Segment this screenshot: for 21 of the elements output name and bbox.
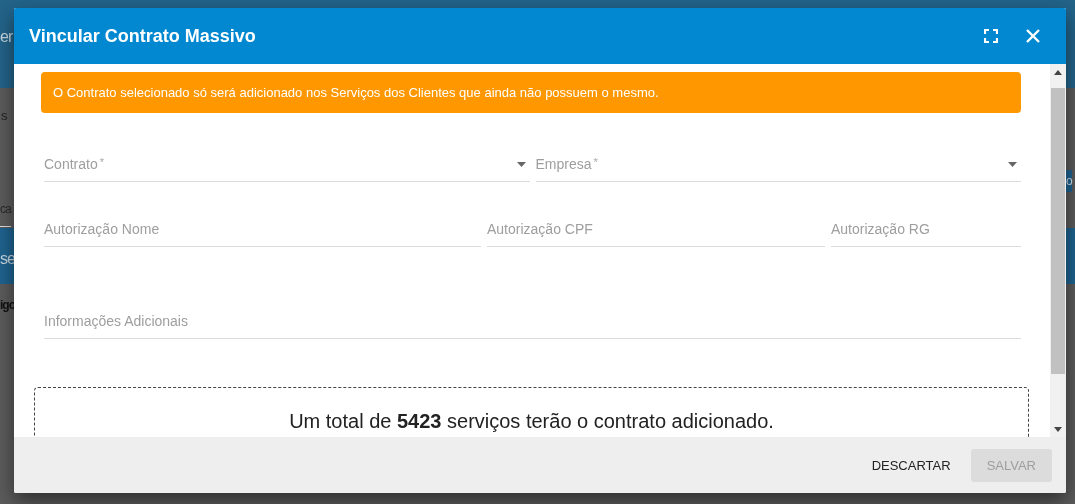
- input-field[interactable]: Informações Adicionais: [44, 304, 1021, 339]
- warning-alert: O Contrato selecionado só será adicionado nos Serviços dos Clientes que ainda não possuem o mesmo.: [41, 72, 1021, 113]
- required-mark: *: [593, 156, 598, 168]
- required-mark: *: [99, 156, 104, 168]
- scrollbar[interactable]: [1050, 64, 1066, 437]
- select-field[interactable]: Empresa*: [535, 147, 1021, 182]
- input-field[interactable]: Autorização RG: [831, 212, 1021, 247]
- scroll-up-icon[interactable]: [1054, 69, 1062, 75]
- scroll-down-icon[interactable]: [1054, 426, 1062, 432]
- background-text: er: [0, 28, 13, 46]
- input-field[interactable]: Autorização Nome: [44, 212, 481, 247]
- dialog-title: Vincular Contrato Massivo: [29, 25, 257, 47]
- summary-text: Um total de 5423 serviços terão o contrato adicionado.: [289, 410, 774, 434]
- dropdown-caret-icon: [1008, 161, 1017, 167]
- background-text: o: [1066, 170, 1072, 192]
- close-icon[interactable]: [1026, 29, 1040, 43]
- fullscreen-icon[interactable]: [984, 29, 998, 43]
- discard-button[interactable]: DESCARTAR: [861, 448, 961, 482]
- select-field[interactable]: Contrato*: [44, 147, 530, 182]
- input-field[interactable]: Autorização CPF: [487, 212, 825, 247]
- dropdown-caret-icon: [516, 161, 526, 167]
